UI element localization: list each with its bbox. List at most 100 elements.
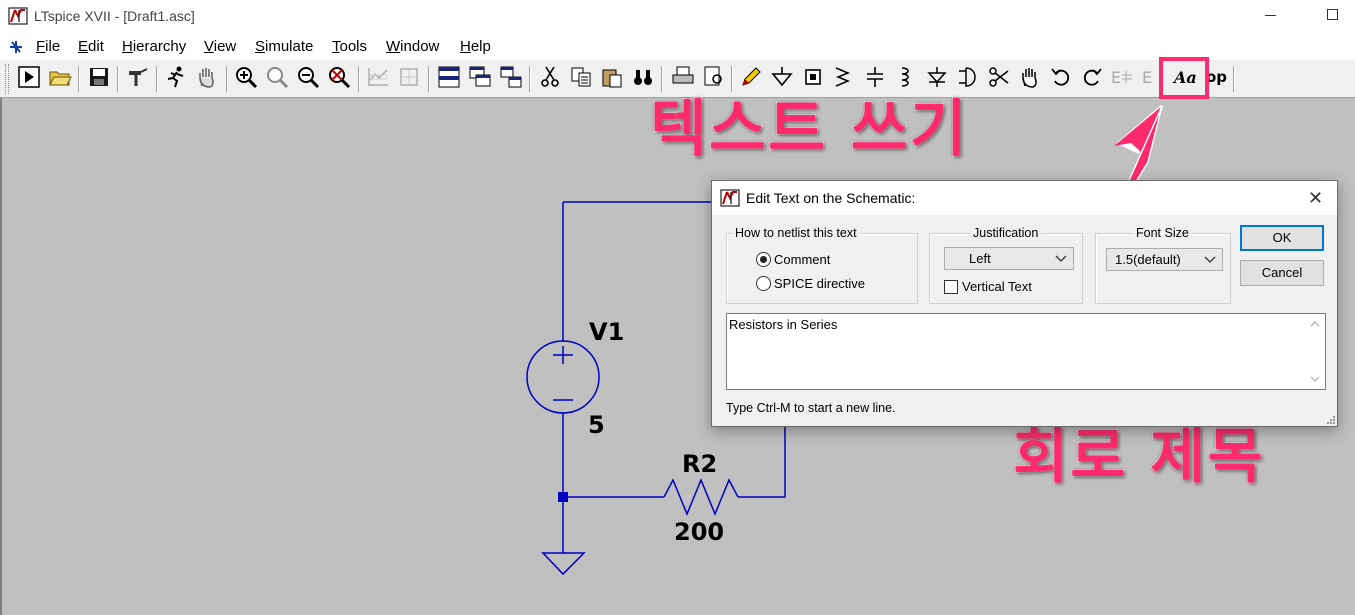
toolbar-separator (156, 66, 158, 92)
plus-sign (553, 346, 573, 364)
toolbar-grip[interactable] (5, 64, 9, 94)
scroll-down-icon[interactable] (1310, 374, 1320, 384)
wire-right[interactable] (738, 418, 786, 498)
menu-simulate[interactable]: Simulate (255, 38, 313, 55)
run-icon[interactable] (17, 65, 41, 89)
svg-text:E: E (1142, 68, 1152, 87)
dialog-title-bar[interactable]: Edit Text on the Schematic: ✕ (712, 181, 1337, 215)
move-scissors-icon[interactable] (987, 65, 1011, 89)
undo-icon[interactable] (1049, 65, 1073, 89)
radio-comment-label: Comment (774, 252, 831, 267)
dialog-title: Edit Text on the Schematic: (746, 190, 916, 206)
cut-icon[interactable] (538, 65, 562, 89)
ok-button[interactable]: OK (1240, 225, 1324, 251)
ground-symbol[interactable] (541, 552, 586, 576)
ltspice-logo-icon (720, 189, 740, 207)
menu-view-label: iew (213, 38, 237, 55)
toolbar-separator (226, 66, 228, 92)
menu-edit-label: dit (88, 38, 104, 55)
tile-vertical-icon[interactable] (499, 65, 523, 89)
control-panel-hammer-icon[interactable] (126, 65, 150, 89)
window-title: LTspice XVII - [Draft1.asc] (34, 8, 195, 24)
toolbar-separator (428, 66, 430, 92)
menu-edit-key: E (78, 38, 89, 55)
zoom-pan-icon[interactable] (265, 65, 289, 89)
open-folder-icon[interactable] (48, 65, 72, 89)
chevron-down-icon (1055, 255, 1067, 262)
manual-limits-icon (397, 65, 421, 89)
menu-window[interactable]: Window (386, 38, 439, 55)
menu-help[interactable]: Help (460, 38, 491, 55)
menu-hierarchy[interactable]: Hierarchy (122, 38, 186, 55)
radio-comment[interactable]: Comment (756, 252, 830, 267)
font-size-group-label: Font Size (1133, 226, 1192, 240)
menu-file-label: ile (45, 38, 61, 55)
menu-hierarchy-key: H (122, 38, 133, 55)
vertical-text-box[interactable] (944, 279, 958, 294)
zoom-out-icon[interactable] (296, 65, 320, 89)
toolbar-separator (78, 66, 80, 92)
resistor-r2[interactable] (663, 478, 739, 516)
text-tool-highlight (1159, 57, 1209, 99)
mdi-child-icon[interactable] (6, 37, 26, 57)
ltspice-logo-icon (8, 7, 28, 25)
menu-tools-key: T (332, 38, 340, 55)
menu-file-key: F (36, 38, 46, 55)
menu-tools[interactable]: Tools (332, 38, 367, 55)
v1-value-label: 5 (588, 411, 605, 439)
tile-horizontal-icon[interactable] (437, 65, 461, 89)
rotate-icon: E (1110, 65, 1134, 89)
minimize-button[interactable] (1265, 15, 1276, 16)
netlist-group-label: How to netlist this text (732, 226, 860, 240)
radio-spice-label: SPICE directive (774, 276, 866, 291)
menu-view[interactable]: View (204, 38, 236, 55)
cancel-button[interactable]: Cancel (1240, 260, 1324, 286)
pan-hand-icon[interactable] (195, 65, 219, 89)
redo-icon[interactable] (1080, 65, 1104, 89)
netlist-group: How to netlist this text Comment SPICE d… (726, 226, 918, 304)
justification-group: Justification Left Vertical Text (929, 226, 1083, 304)
drag-hand-icon[interactable] (1018, 65, 1042, 89)
menu-edit[interactable]: Edit (78, 38, 104, 55)
zoom-fit-icon[interactable] (327, 65, 351, 89)
menu-bar: File Edit Hierarchy View Simulate Tools … (0, 34, 1355, 60)
r2-name-label: R2 (682, 450, 718, 478)
scroll-up-icon[interactable] (1310, 319, 1320, 329)
text-input-value: Resistors in Series (729, 317, 838, 332)
menu-view-key: V (204, 38, 214, 55)
new-line-hint: Type Ctrl-M to start a new line. (726, 401, 896, 415)
cascade-icon[interactable] (468, 65, 492, 89)
toolbar-separator (529, 66, 531, 92)
radio-spice-button[interactable] (756, 276, 771, 291)
paste-icon[interactable] (600, 65, 624, 89)
save-icon[interactable] (87, 65, 111, 89)
zoom-in-icon[interactable] (234, 65, 258, 89)
copy-icon[interactable] (569, 65, 593, 89)
menu-hierarchy-label: ierarchy (132, 38, 187, 55)
toolbar-separator (117, 66, 119, 92)
junction-node[interactable] (558, 492, 568, 502)
menu-file[interactable]: File (36, 38, 60, 55)
annotation-text-tool: 텍스트 쓰기 (649, 91, 969, 166)
maximize-button[interactable] (1327, 9, 1338, 20)
text-input[interactable]: Resistors in Series (726, 313, 1326, 390)
radio-comment-button[interactable] (756, 252, 771, 267)
menu-simulate-label: imulate (265, 38, 314, 55)
font-size-value: 1.5(default) (1115, 252, 1181, 267)
v1-name-label: V1 (589, 318, 625, 346)
autorange-icon (366, 65, 390, 89)
justification-select[interactable]: Left (944, 247, 1074, 270)
svg-text:E: E (1111, 68, 1121, 87)
font-size-select[interactable]: 1.5(default) (1106, 248, 1223, 271)
resize-grip-icon[interactable] (1325, 414, 1335, 424)
close-icon[interactable]: ✕ (1308, 188, 1323, 209)
font-size-group: Font Size 1.5(default) (1095, 226, 1231, 304)
vertical-text-checkbox[interactable]: Vertical Text (944, 279, 1032, 294)
halt-running-man-icon[interactable] (164, 65, 188, 89)
toolbar-separator (1233, 66, 1235, 92)
menu-help-key: H (460, 38, 471, 55)
menu-help-label: elp (470, 38, 491, 55)
radio-spice-directive[interactable]: SPICE directive (756, 276, 865, 291)
edit-text-dialog: Edit Text on the Schematic: ✕ How to net… (711, 180, 1338, 427)
title-bar: LTspice XVII - [Draft1.asc] (0, 0, 1355, 34)
